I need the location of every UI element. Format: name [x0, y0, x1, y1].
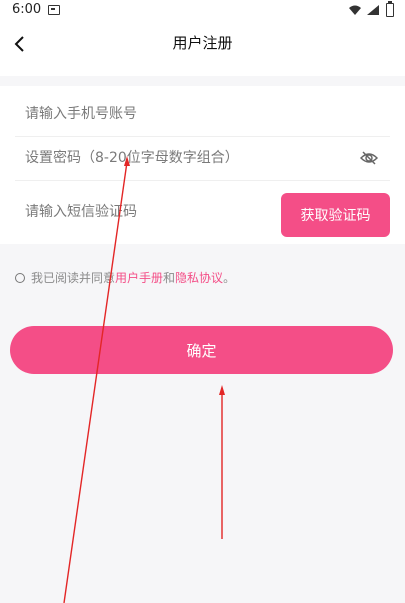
agreement-section: 我已阅读并同意 用户手册 和 隐私协议 。: [15, 269, 235, 286]
eye-slash-icon[interactable]: [360, 149, 378, 167]
password-row: [15, 136, 390, 181]
agreement-and: 和: [163, 271, 176, 285]
page-title: 用户注册: [172, 34, 233, 52]
privacy-policy-link[interactable]: 隐私协议: [175, 269, 223, 286]
agreement-checkbox[interactable]: [15, 272, 25, 283]
phone-row: [15, 92, 390, 137]
navigation-bar: 用户注册: [0, 22, 405, 76]
registration-form: 获取验证码: [0, 86, 405, 244]
status-bar: 6:00: [0, 0, 405, 22]
phone-input[interactable]: [25, 92, 375, 136]
wifi-icon: [349, 5, 361, 15]
verification-code-input[interactable]: [25, 190, 265, 234]
get-verification-code-button[interactable]: 获取验证码: [281, 193, 390, 237]
user-manual-link[interactable]: 用户手册: [115, 269, 163, 286]
status-time: 6:00: [12, 2, 42, 17]
annotation-arrowhead-right: [219, 385, 225, 395]
agreement-period: 。: [223, 271, 236, 285]
sim-card-icon: [48, 5, 60, 15]
signal-icon: [367, 5, 379, 15]
verification-row: 获取验证码: [15, 190, 390, 237]
battery-icon: [386, 1, 394, 17]
password-input[interactable]: [25, 136, 345, 180]
confirm-button[interactable]: 确定: [10, 326, 393, 374]
agreement-prefix: 我已阅读并同意: [31, 271, 116, 285]
